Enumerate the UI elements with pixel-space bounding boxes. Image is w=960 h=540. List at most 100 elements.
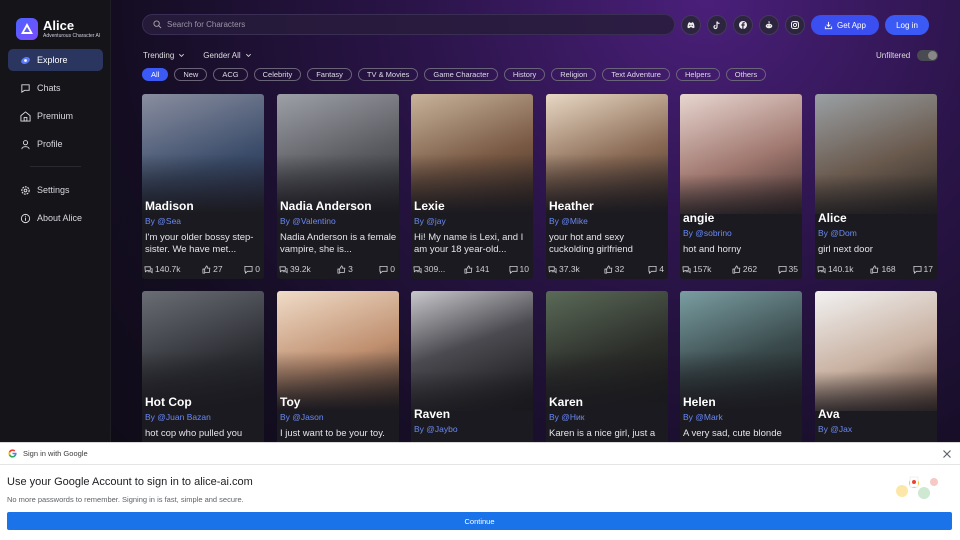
- sidebar-item-about[interactable]: About Alice: [8, 207, 103, 229]
- card-title: Toy: [280, 395, 301, 409]
- chip-celebrity[interactable]: Celebrity: [253, 68, 302, 81]
- discord-icon[interactable]: [681, 15, 701, 35]
- facebook-icon[interactable]: [733, 15, 753, 35]
- filter-row: Trending Gender All: [143, 51, 270, 60]
- card-author[interactable]: By @Jason: [280, 412, 324, 422]
- search-input[interactable]: [167, 20, 647, 29]
- like-count: 27: [213, 264, 223, 274]
- thumbs-up-icon: [604, 264, 613, 274]
- chat-count: 140.7k: [155, 264, 181, 274]
- character-card[interactable]: Heather By @Mike your hot and sexy cucko…: [546, 94, 668, 279]
- chip-others[interactable]: Others: [725, 68, 767, 81]
- card-title: Ava: [818, 407, 840, 421]
- login-button[interactable]: Log in: [885, 15, 929, 35]
- chevron-down-icon: [179, 53, 185, 57]
- thumbs-up-icon: [337, 264, 346, 274]
- card-stats: 37.3k 32 4: [548, 264, 664, 274]
- card-title: Helen: [683, 395, 716, 409]
- like-count: 141: [475, 264, 490, 274]
- chip-religion[interactable]: Religion: [551, 68, 597, 81]
- card-author[interactable]: By @Sea: [145, 216, 181, 226]
- sidebar-item-label: Profile: [37, 139, 63, 149]
- gender-dropdown[interactable]: Gender All: [203, 51, 251, 60]
- compass-icon: [20, 55, 31, 66]
- card-author[interactable]: By @Dom: [818, 228, 857, 238]
- character-card[interactable]: angie By @sobrino hot and horny 157k 262…: [680, 94, 802, 279]
- instagram-icon[interactable]: [785, 15, 805, 35]
- chip-tv-movies[interactable]: TV & Movies: [357, 68, 419, 81]
- character-card[interactable]: Alice By @Dom girl next door 140.1k 168 …: [815, 94, 937, 279]
- character-card[interactable]: Lexie By @jay Hi! My name is Lexi, and I…: [411, 94, 533, 279]
- brand-name: Alice: [43, 18, 75, 33]
- continue-button[interactable]: Continue: [7, 512, 952, 530]
- sidebar-item-settings[interactable]: Settings: [8, 179, 103, 201]
- character-card[interactable]: Raven By @Jaybo: [411, 291, 533, 451]
- chip-all[interactable]: All: [142, 68, 169, 81]
- social-links: [681, 15, 811, 35]
- get-app-button[interactable]: Get App: [811, 15, 879, 35]
- comment-icon: [913, 265, 922, 274]
- comment-count: 0: [255, 264, 260, 274]
- chip-helpers[interactable]: Helpers: [675, 68, 720, 81]
- character-card[interactable]: Helen By @Mark A very sad, cute blonde: [680, 291, 802, 451]
- card-author[interactable]: By @Valentino: [280, 216, 336, 226]
- google-signin-header: Sign in with Google: [0, 443, 960, 465]
- chip-fantasy[interactable]: Fantasy: [307, 68, 352, 81]
- search-bar[interactable]: [142, 14, 675, 35]
- chip-acg[interactable]: ACG: [213, 68, 248, 81]
- thumbs-up-icon: [464, 264, 473, 274]
- card-title: Nadia Anderson: [280, 199, 372, 213]
- search-icon: [153, 20, 162, 29]
- sort-dropdown[interactable]: Trending: [143, 51, 185, 60]
- card-description: girl next door: [818, 244, 873, 255]
- card-author[interactable]: By @Mark: [683, 412, 723, 422]
- sidebar-item-chats[interactable]: Chats: [8, 77, 103, 99]
- character-card[interactable]: Toy By @Jason I just want to be your toy…: [277, 291, 399, 451]
- card-author[interactable]: By @jay: [414, 216, 446, 226]
- info-icon: [20, 213, 31, 224]
- sidebar-item-label: Explore: [37, 55, 68, 65]
- chats-icon: [817, 265, 826, 274]
- character-card[interactable]: Nadia Anderson By @Valentino Nadia Ander…: [277, 94, 399, 279]
- card-description: your hot and sexy cuckolding girlfriend: [549, 232, 633, 255]
- sidebar-item-label: Premium: [37, 111, 74, 121]
- reddit-icon[interactable]: [759, 15, 779, 35]
- chip-game-character[interactable]: Game Character: [424, 68, 498, 81]
- card-author[interactable]: By @Jax: [818, 424, 852, 434]
- character-card[interactable]: Ava By @Jax: [815, 291, 937, 451]
- sidebar-item-profile[interactable]: Profile: [8, 133, 103, 155]
- character-card[interactable]: Madison By @Sea I'm your older bossy ste…: [142, 94, 264, 279]
- character-card[interactable]: Karen By @Ник Karen is a nice girl, just…: [546, 291, 668, 451]
- google-signin-header-text: Sign in with Google: [23, 449, 88, 458]
- comment-icon: [509, 265, 518, 274]
- brand[interactable]: Alice Adventurous Character AI: [0, 0, 110, 44]
- alice-logo-icon: [16, 18, 38, 40]
- shop-icon: [20, 110, 31, 122]
- tiktok-icon[interactable]: [707, 15, 727, 35]
- chats-icon: [279, 265, 288, 274]
- card-author[interactable]: By @Juan Bazan: [145, 412, 211, 422]
- card-description: hot and horny: [683, 244, 742, 255]
- comment-icon: [379, 265, 388, 274]
- chip-history[interactable]: History: [503, 68, 546, 81]
- card-author[interactable]: By @Mike: [549, 216, 588, 226]
- close-icon[interactable]: [942, 449, 952, 459]
- card-title: Raven: [414, 407, 451, 421]
- chat-count: 309...: [424, 264, 446, 274]
- card-stats: 157k 262 35: [682, 264, 798, 274]
- sidebar-item-explore[interactable]: Explore: [8, 49, 103, 71]
- chip-text-adventure[interactable]: Text Adventure: [602, 68, 670, 81]
- character-card[interactable]: Hot Cop By @Juan Bazan hot cop who pulle…: [142, 291, 264, 451]
- chip-new[interactable]: New: [174, 68, 208, 81]
- card-stats: 140.7k 27 0: [144, 264, 260, 274]
- chats-icon: [144, 265, 153, 274]
- card-author[interactable]: By @sobrino: [683, 228, 732, 238]
- comment-count: 4: [659, 264, 664, 274]
- chat-bubble-icon: [20, 83, 31, 94]
- card-author[interactable]: By @Jaybo: [414, 424, 458, 434]
- like-count: 262: [742, 264, 758, 274]
- thumbs-up-icon: [870, 264, 879, 274]
- sidebar-item-premium[interactable]: Premium: [8, 105, 103, 127]
- card-author[interactable]: By @Ник: [549, 412, 585, 422]
- unfiltered-toggle[interactable]: [917, 50, 939, 61]
